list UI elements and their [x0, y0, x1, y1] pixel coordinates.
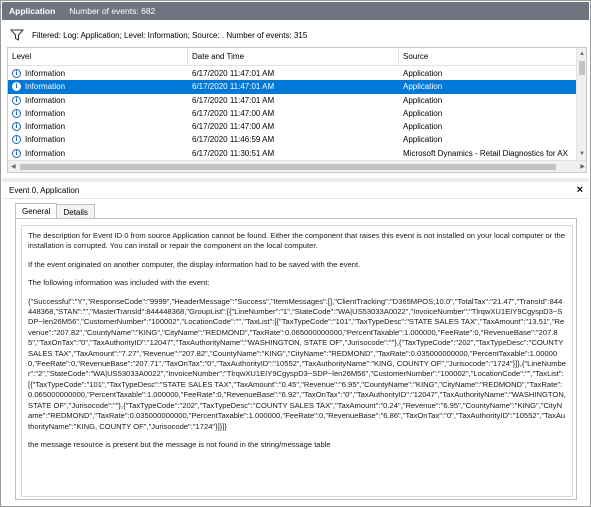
- scroll-right-icon[interactable]: ▶: [580, 163, 585, 170]
- log-name: Application: [9, 6, 56, 16]
- table-row[interactable]: i Information 6/17/2020 11:47:01 AM Applica…: [8, 80, 578, 94]
- table-row[interactable]: i Information 6/17/2020 11:47:01 AM Applica…: [8, 67, 578, 80]
- description-paragraph: the message resource is present but the …: [28, 439, 331, 449]
- scroll-down-icon[interactable]: ▼: [578, 150, 586, 158]
- filter-bar: Filtered: Log: Application; Level: Infor…: [2, 27, 589, 43]
- cell-date: 6/17/2020 11:47:01 AM: [192, 82, 275, 92]
- scroll-left-icon[interactable]: ◀: [11, 163, 16, 170]
- cell-source: Application: [403, 95, 443, 105]
- cell-date: 6/17/2020 11:47:01 AM: [192, 69, 275, 78]
- event-list-header: Level Date and Time Source: [8, 48, 578, 66]
- table-row[interactable]: i Information 6/17/2020 11:30:51 AM Microso…: [8, 147, 578, 160]
- cell-date: 6/17/2020 11:47:00 AM: [192, 108, 275, 118]
- cell-date: 6/17/2020 11:30:51 AM: [192, 148, 275, 158]
- event-description-box[interactable]: The description for Event ID 0 from sour…: [21, 225, 573, 497]
- table-row[interactable]: i Information 6/17/2020 11:47:00 AM Applica…: [8, 107, 578, 120]
- column-header-date[interactable]: Date and Time: [188, 48, 399, 66]
- scroll-up-icon[interactable]: ▲: [578, 50, 586, 58]
- filter-icon: [10, 29, 24, 41]
- cell-source: Application: [403, 108, 443, 118]
- event-detail-title: Event 0, Application: [9, 186, 80, 195]
- horizontal-scrollbar[interactable]: ◀ ▶: [8, 160, 586, 172]
- cell-level: Information: [25, 148, 66, 158]
- table-row[interactable]: i Information 6/17/2020 11:47:00 AM Applica…: [8, 120, 578, 133]
- cell-date: 6/17/2020 11:46:59 AM: [192, 135, 275, 145]
- tab-general[interactable]: General: [15, 203, 58, 219]
- cell-source: Application: [403, 122, 443, 132]
- column-header-level[interactable]: Level: [8, 48, 188, 66]
- pane-splitter[interactable]: [2, 178, 589, 182]
- cell-date: 6/17/2020 11:47:00 AM: [192, 122, 275, 132]
- cell-source: Microsoft Dynamics - Retail Diagnostics …: [403, 148, 568, 158]
- log-title-bar: Application Number of events: 682: [2, 2, 589, 20]
- table-row[interactable]: i Information 6/17/2020 11:47:01 AM Applica…: [8, 94, 578, 107]
- filter-description: Filtered: Log: Application; Level: Infor…: [32, 30, 308, 40]
- vertical-scroll-thumb[interactable]: [579, 61, 585, 75]
- column-header-source[interactable]: Source: [399, 48, 578, 66]
- information-icon: i: [12, 148, 21, 158]
- information-icon: i: [12, 135, 21, 145]
- information-icon: i: [12, 95, 21, 105]
- detail-tabs: General Details: [15, 203, 95, 219]
- description-paragraph: If the event originated on another compu…: [28, 259, 361, 269]
- tab-details[interactable]: Details: [57, 204, 95, 219]
- cell-level: Information: [25, 95, 66, 105]
- vertical-scrollbar[interactable]: ▲ ▼: [576, 48, 586, 160]
- cell-level: Information: [25, 108, 66, 118]
- horizontal-scroll-thumb[interactable]: [20, 164, 556, 170]
- close-icon[interactable]: ×: [577, 184, 583, 196]
- event-payload-json: {"Successful":"Y","ResponseCode":"9999",…: [28, 296, 569, 431]
- cell-level: Information: [25, 82, 66, 92]
- information-icon: i: [12, 69, 21, 78]
- information-icon: i: [12, 82, 21, 92]
- description-paragraph: The description for Event ID 0 from sour…: [28, 231, 568, 251]
- event-list[interactable]: Level Date and Time Source i Information 6…: [7, 47, 587, 173]
- cell-level: Information: [25, 135, 66, 145]
- event-rows: i Information 6/17/2020 11:47:01 AM Applica…: [8, 67, 578, 160]
- event-count: Number of events: 682: [69, 6, 156, 16]
- cell-source: Application: [403, 69, 443, 78]
- general-tab-pane: The description for Event ID 0 from sour…: [15, 218, 577, 500]
- cell-source: Application: [403, 82, 443, 92]
- event-viewer-window: Application Number of events: 682 Filter…: [0, 0, 591, 507]
- cell-level: Information: [25, 69, 66, 78]
- information-icon: i: [12, 122, 21, 132]
- description-paragraph: The following information was included w…: [28, 278, 210, 288]
- information-icon: i: [12, 108, 21, 118]
- cell-date: 6/17/2020 11:47:01 AM: [192, 95, 275, 105]
- event-detail-header: Event 0, Application ×: [2, 183, 589, 199]
- cell-source: Application: [403, 135, 443, 145]
- cell-level: Information: [25, 122, 66, 132]
- table-row[interactable]: i Information 6/17/2020 11:46:59 AM Applica…: [8, 133, 578, 146]
